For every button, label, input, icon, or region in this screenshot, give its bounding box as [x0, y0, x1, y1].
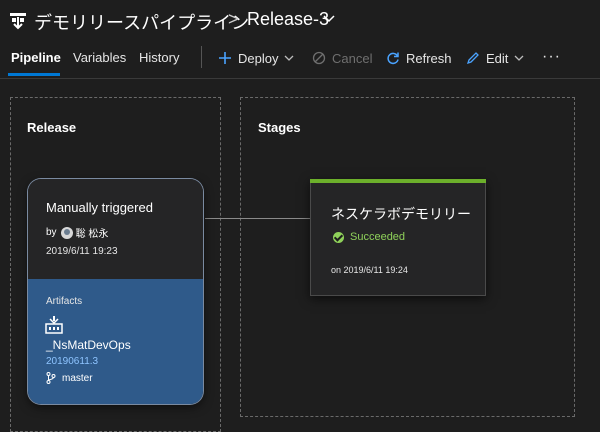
deploy-label: Deploy [238, 50, 279, 66]
cancel-icon [312, 51, 326, 65]
toolbar-divider [201, 46, 202, 68]
stage-status-bar [310, 179, 486, 183]
status-label: Succeeded [350, 231, 406, 243]
trigger-text: Manually triggered [46, 200, 153, 215]
release-card[interactable]: Manually triggered by 聡 松永 2019/6/11 19:… [28, 179, 203, 404]
chevron-down-icon [285, 55, 294, 61]
tab-pipeline[interactable]: Pipeline [11, 50, 61, 65]
tab-history[interactable]: History [139, 50, 179, 65]
artifact-version-link[interactable]: 20190611.3 [46, 356, 98, 367]
more-actions-button[interactable]: ··· [542, 48, 561, 66]
triggered-by: by 聡 松永 [46, 225, 108, 240]
artifacts-section: Artifacts _NsMatDevOps 20190611.3 master [28, 279, 203, 404]
git-branch-icon [46, 372, 56, 384]
pencil-icon [466, 52, 479, 65]
artifacts-label: Artifacts [46, 296, 83, 307]
release-trigger-section: Manually triggered by 聡 松永 2019/6/11 19:… [28, 179, 203, 279]
cancel-button[interactable]: Cancel [312, 47, 372, 69]
refresh-icon [387, 52, 399, 65]
trigger-date: 2019/6/11 19:23 [46, 246, 118, 257]
branch: master [46, 372, 93, 384]
stages-panel-title: Stages [258, 120, 301, 135]
stage-name: ネスケラボデモリリー [331, 206, 471, 222]
title-bar: デモリリースパイプライン > Release-3 [0, 0, 600, 40]
pipeline-icon [10, 13, 26, 30]
chevron-down-icon[interactable] [322, 14, 336, 24]
breadcrumb-separator: > [228, 9, 239, 29]
deploy-button[interactable]: Deploy [218, 47, 294, 69]
check-circle-icon [333, 231, 344, 243]
chevron-down-icon [514, 55, 524, 61]
active-tab-indicator [8, 73, 60, 76]
edit-label: Edit [486, 50, 509, 66]
release-name[interactable]: Release-3 [247, 9, 329, 30]
refresh-label: Refresh [406, 50, 452, 66]
pipeline-name-link[interactable]: デモリリースパイプライン [34, 9, 249, 35]
release-panel-title: Release [27, 120, 77, 135]
user-name: 聡 松永 [75, 229, 109, 240]
refresh-button[interactable]: Refresh [386, 47, 452, 69]
tab-variables[interactable]: Variables [73, 50, 126, 65]
toolbar: Pipeline Variables History Deploy Cancel… [0, 40, 600, 79]
plus-icon [219, 52, 231, 64]
release-to-stage-connector [205, 218, 310, 219]
cancel-label: Cancel [332, 50, 373, 66]
edit-button[interactable]: Edit [466, 47, 524, 69]
stage-date: on 2019/6/11 19:24 [331, 265, 408, 275]
build-artifact-icon [45, 316, 63, 334]
artifact-name[interactable]: _NsMatDevOps [46, 338, 131, 352]
avatar [60, 226, 73, 239]
by-label: by [46, 227, 57, 238]
stage-status[interactable]: Succeeded [333, 231, 405, 243]
branch-name: master [62, 372, 93, 384]
stage-card[interactable]: ネスケラボデモリリー Succeeded on 2019/6/11 19:24 [310, 179, 486, 296]
